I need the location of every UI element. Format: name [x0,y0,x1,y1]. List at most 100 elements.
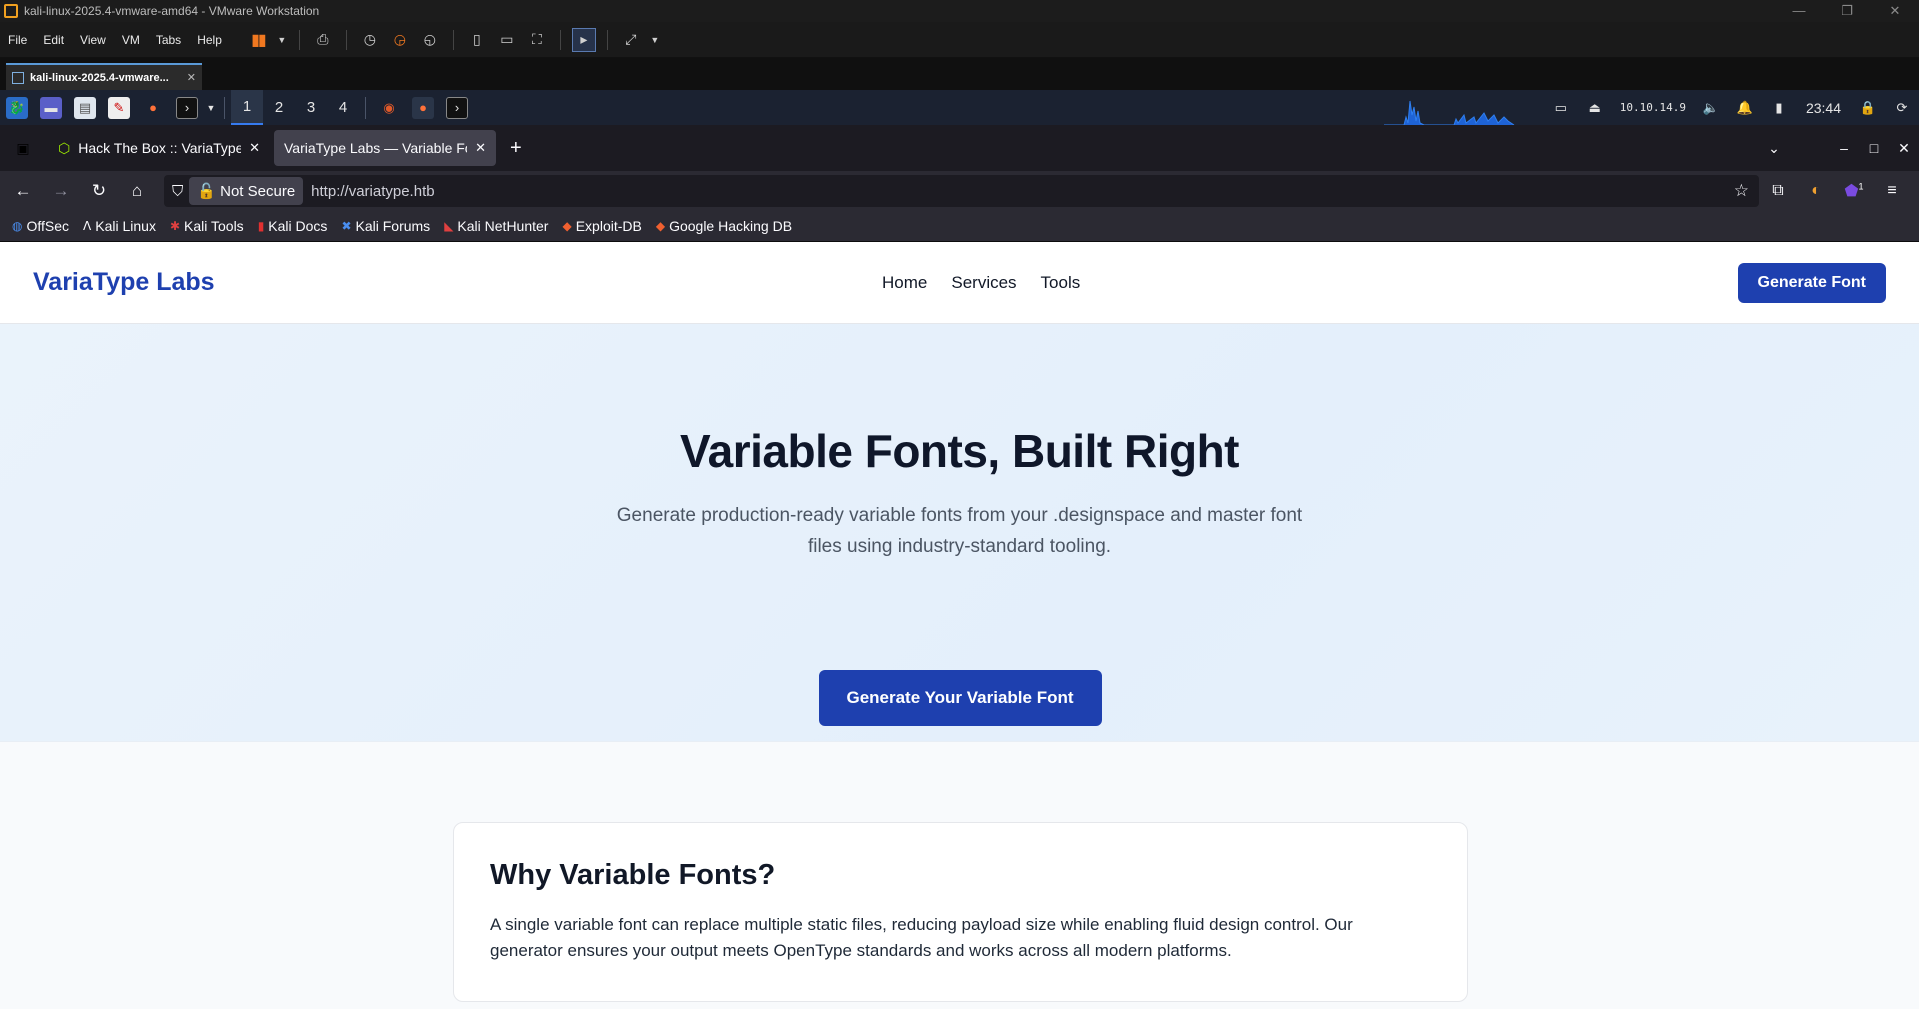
kali-docs-icon: ▮ [257,219,265,233]
toolbar-right: ⧉ ◐ ⬟1 ≡ [1759,181,1911,201]
new-tab-icon[interactable]: + [510,137,522,160]
tracking-shield-icon[interactable]: ⛉ [172,183,183,200]
notifications-icon[interactable]: 🔔 [1734,97,1756,119]
extensions-puzzle-icon[interactable]: ⧉ [1759,182,1797,200]
bookmark-label: Google Hacking DB [669,218,793,234]
minimize-icon[interactable]: — [1775,3,1823,19]
web-page: VariaType Labs Home Services Tools Gener… [0,242,1919,1009]
terminal-dropdown-icon[interactable]: ▼ [206,97,216,119]
firefox-window-icon[interactable]: ● [412,96,434,119]
hero-title: Variable Fonts, Built Right [680,425,1239,477]
nav-tools[interactable]: Tools [1041,273,1081,293]
thumbnail-bar-icon[interactable]: ▭ [495,28,519,52]
tab-hackthebox[interactable]: ⬡ Hack The Box :: VariaType ✕ [48,130,270,166]
snapshot-manager-icon[interactable]: ◵ [418,28,442,52]
bookmark-kali-linux[interactable]: ᐱ Kali Linux [83,218,156,234]
menu-view[interactable]: View [72,33,114,47]
menu-vm[interactable]: VM [114,33,148,47]
pause-dropdown-icon[interactable]: ▼ [276,28,288,52]
generate-font-button[interactable]: Generate Font [1737,262,1886,303]
panel-divider [224,96,225,119]
menu-tabs[interactable]: Tabs [148,33,189,47]
close-icon[interactable]: ✕ [187,71,196,84]
url-text[interactable]: http://variatype.htb [311,183,434,200]
vpn-icon[interactable]: ⏏ [1584,97,1606,119]
close-icon[interactable]: ✕ [475,140,486,156]
hamburger-menu-icon[interactable]: ≡ [1873,182,1911,200]
toolbar-divider [298,29,300,50]
extension-icon[interactable]: ⬟1 [1835,181,1873,201]
minimize-icon[interactable]: – [1829,140,1859,156]
kali-menu-icon[interactable]: 🐉 [6,96,28,119]
broken-lock-icon: 🔓 [197,183,216,200]
send-keys-icon[interactable]: ⎙ [311,28,335,52]
bookmark-exploit-db[interactable]: ◆ Exploit-DB [562,218,641,234]
not-secure-badge[interactable]: 🔓 Not Secure [189,177,304,205]
tab-variatype[interactable]: VariaType Labs — Variable Fo ✕ [274,130,496,166]
pause-icon[interactable]: ▮▮ [246,28,270,52]
bookmark-label: Kali Tools [184,218,244,234]
exploit-db-icon: ◆ [562,219,572,233]
maximize-icon[interactable]: □ [1859,140,1889,156]
terminal-window-icon[interactable]: › [446,96,468,119]
reload-icon[interactable]: ↻ [84,176,114,206]
bookmark-kali-forums[interactable]: ✖ Kali Forums [341,218,430,234]
power-icon[interactable]: ⟳ [1891,97,1913,119]
lock-screen-icon[interactable]: 🔒 [1857,97,1879,119]
console-view-icon[interactable]: ▸ [571,27,596,52]
close-icon[interactable]: ✕ [1889,140,1919,157]
panel-clock[interactable]: 23:44 [1806,100,1841,116]
url-bar[interactable]: ⛉ 🔓 Not Secure http://variatype.htb ☆ [164,175,1759,207]
bookmark-kali-docs[interactable]: ▮ Kali Docs [258,218,328,234]
panel-tray: ▭ ⏏ 10.10.14.9 🔈 🔔 ▮ 23:44 🔒 ⟳ [1383,90,1919,125]
forward-arrow-icon[interactable]: → [46,176,76,206]
battery-icon[interactable]: ▮ [1768,97,1790,119]
burp-suite-icon[interactable]: ◉ [378,97,400,119]
vmware-window-title: kali-linux-2025.4-vmware-amd64 - VMware … [24,4,320,18]
firefox-tab-strip: ▣ ⬡ Hack The Box :: VariaType ✕ VariaTyp… [0,125,1919,171]
nav-services[interactable]: Services [951,273,1016,293]
menu-help[interactable]: Help [189,33,230,47]
nav-home[interactable]: Home [882,273,927,293]
vmware-logo-icon [4,4,18,18]
menu-edit[interactable]: Edit [35,33,72,47]
workspace-1[interactable]: 1 [231,90,263,125]
stretch-guest-icon[interactable]: ⤢ [619,28,643,52]
bookmark-kali-tools[interactable]: ✱ Kali Tools [170,218,244,234]
snapshot-icon[interactable]: ◷ [358,28,382,52]
close-icon[interactable]: ✕ [1871,3,1919,19]
nethunter-icon: ◣ [444,219,454,233]
home-icon[interactable]: ⌂ [122,176,152,206]
toolbar-divider [606,29,608,50]
close-icon[interactable]: ✕ [249,140,260,156]
site-brand[interactable]: VariaType Labs [33,268,215,297]
bookmark-offsec[interactable]: ◍ OffSec [12,218,69,234]
workspace-2[interactable]: 2 [263,90,295,125]
revert-snapshot-icon[interactable]: ◶ [388,28,412,52]
fullscreen-icon[interactable]: ⛶ [525,28,549,52]
bookmark-google-hacking-db[interactable]: ◆ Google Hacking DB [656,218,792,234]
library-icon[interactable]: ▯ [465,28,489,52]
bookmark-star-icon[interactable]: ☆ [1734,181,1749,201]
workspace-4[interactable]: 4 [327,90,359,125]
display-icon[interactable]: ▭ [1550,97,1572,119]
firefox-icon[interactable]: ● [142,97,164,119]
bookmark-kali-nethunter[interactable]: ◣ Kali NetHunter [444,218,548,234]
menu-file[interactable]: File [0,33,35,47]
file-manager-icon[interactable]: ▤ [74,96,96,119]
workspace-3[interactable]: 3 [295,90,327,125]
text-editor-icon[interactable]: ✎ [108,96,130,119]
stretch-dropdown-icon[interactable]: ▼ [649,28,661,52]
terminal-icon[interactable]: › [176,96,198,119]
tab-list-icon[interactable]: ▣ [8,133,38,163]
foxyproxy-icon[interactable]: ◐ [1797,182,1835,200]
volume-icon[interactable]: 🔈 [1700,97,1722,119]
back-arrow-icon[interactable]: ← [8,176,38,206]
bookmark-label: Kali Linux [95,218,156,234]
restore-icon[interactable]: ❐ [1823,3,1871,19]
vmware-tab-strip: kali-linux-2025.4-vmware... ✕ [0,58,1919,90]
desktop-icon[interactable]: ▬ [40,96,62,119]
generate-variable-font-button[interactable]: Generate Your Variable Font [818,670,1102,726]
tab-overflow-chevron-down-icon[interactable]: ⌄ [1759,140,1789,157]
vm-tab-kali[interactable]: kali-linux-2025.4-vmware... ✕ [6,63,202,90]
